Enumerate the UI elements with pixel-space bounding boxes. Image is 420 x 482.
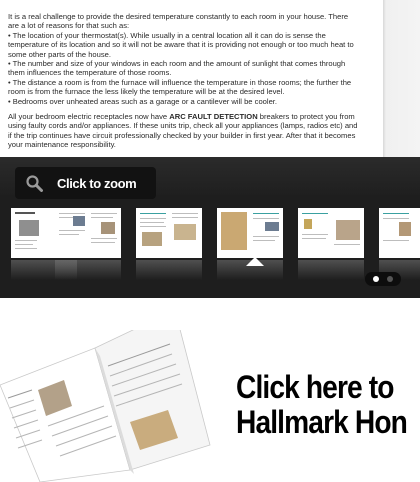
page-dot-1-active[interactable]: [373, 276, 379, 282]
doc-paragraph-intro: It is a real challenge to provide the de…: [8, 12, 349, 31]
page-thumbnail-6[interactable]: [379, 208, 420, 258]
thumbnail-reflection: [136, 260, 202, 280]
page-thumbnail-2[interactable]: [55, 208, 121, 258]
zoom-label: Click to zoom: [57, 175, 137, 191]
page-dots: [365, 272, 401, 286]
document-page: It is a real challenge to provide the de…: [0, 0, 420, 157]
cta-line-2: Hallmark Hon: [236, 404, 408, 440]
doc-bullet-thermostat: • The location of your thermostat(s). Wh…: [8, 30, 354, 59]
page-thumbnail-5[interactable]: [298, 208, 364, 258]
doc-bullet-distance: • The distance a room is from the furnac…: [8, 77, 352, 97]
page-viewer: Click to zoom: [0, 157, 420, 298]
doc-bullet-windows: • The number and size of your windows in…: [8, 59, 346, 78]
doc-paragraph-afci: All your bedroom electric receptacles no…: [8, 112, 358, 150]
page-dot-2[interactable]: [387, 276, 393, 282]
document-text: It is a real challenge to provide the de…: [8, 12, 360, 156]
next-page-edge[interactable]: [383, 0, 420, 157]
cta-link[interactable]: Click here to Hallmark Hon: [236, 370, 412, 440]
magnifier-icon: [26, 174, 43, 192]
doc-bullet-bedrooms: • Bedrooms over unheated areas such as a…: [8, 96, 278, 106]
cta-line-1: Click here to: [236, 369, 394, 405]
brochure-image[interactable]: [0, 330, 215, 482]
afci-bold-term: ARC FAULT DETECTION: [169, 112, 258, 122]
click-to-zoom-button[interactable]: Click to zoom: [15, 167, 156, 199]
thumbnail-reflection: [55, 260, 121, 280]
page-thumbnail-4-selected[interactable]: [217, 208, 283, 258]
page-thumbnail-3[interactable]: [136, 208, 202, 258]
thumbnail-reflection: [298, 260, 364, 280]
selected-page-indicator-icon: [246, 257, 264, 266]
thumbnail-strip: [11, 208, 420, 282]
